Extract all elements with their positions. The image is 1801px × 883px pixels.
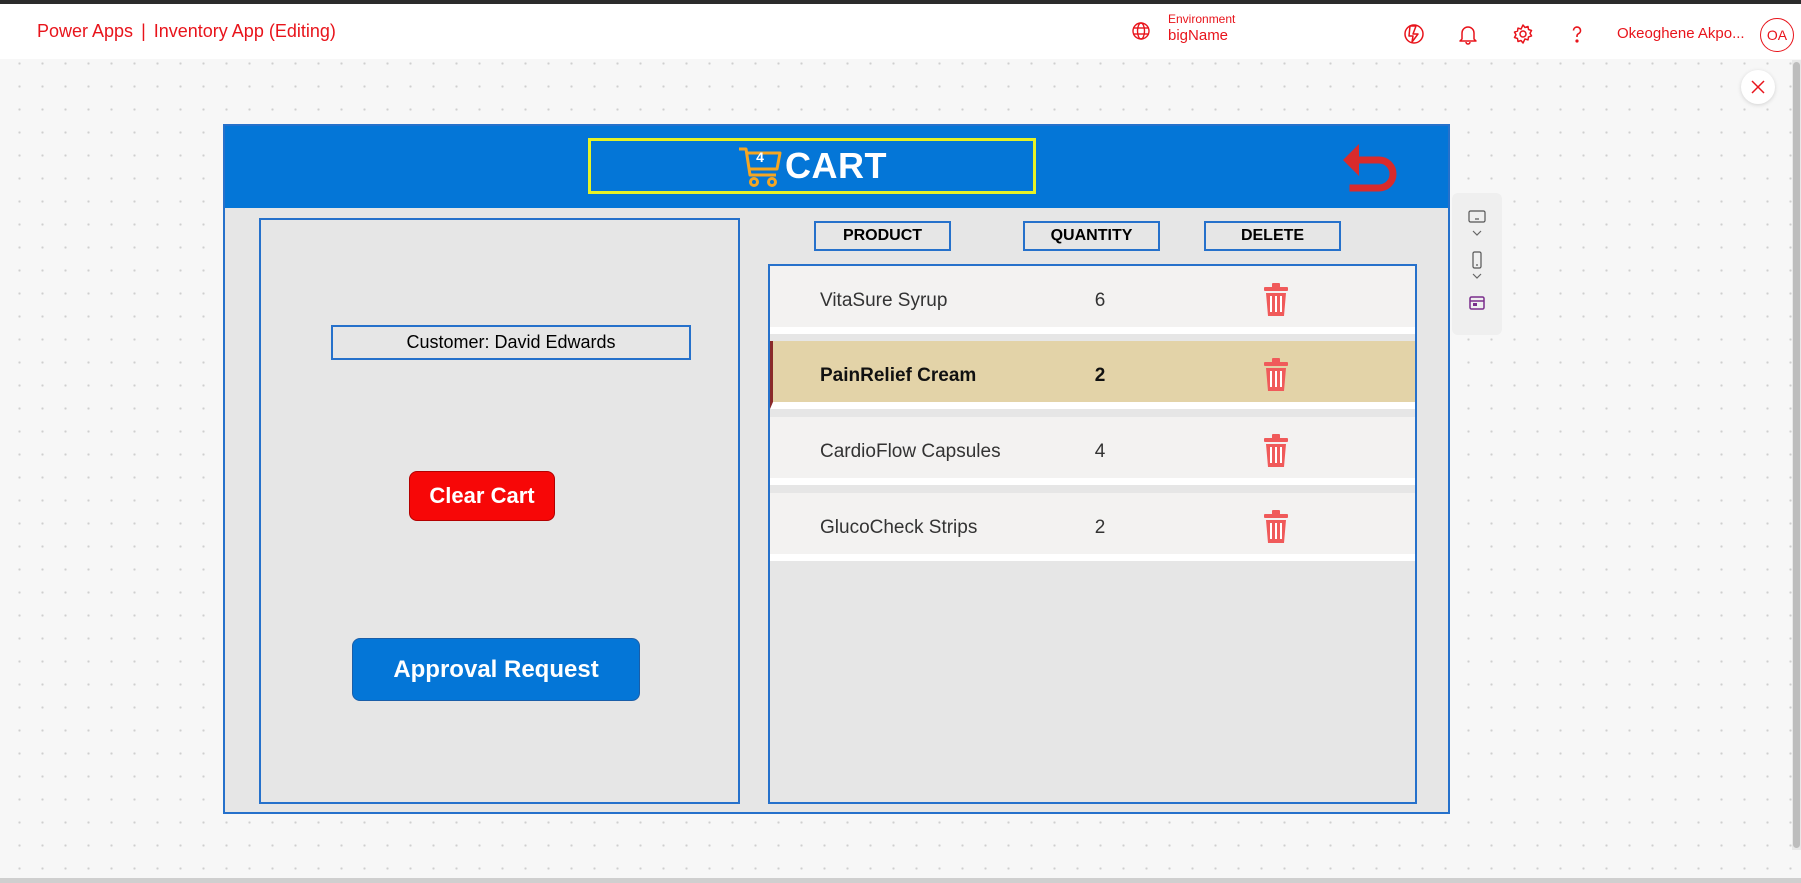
close-icon	[1751, 80, 1765, 94]
scrollbar-thumb[interactable]	[1793, 62, 1800, 848]
help-question-icon[interactable]	[1566, 23, 1588, 45]
phone-layout-icon[interactable]	[1467, 250, 1487, 270]
product-quantity: 2	[1094, 517, 1106, 538]
app-canvas: 4 CART Customer: David Edwards Clear Car…	[223, 124, 1450, 814]
notifications-bell-icon[interactable]	[1457, 23, 1479, 45]
chevron-down-icon[interactable]	[1467, 227, 1487, 241]
window-bottom-edge	[0, 878, 1801, 883]
product-quantity: 6	[1094, 290, 1106, 311]
cart-badge: 4	[737, 143, 783, 189]
product-name: VitaSure Syrup	[820, 290, 948, 311]
cart-items-gallery: VitaSure Syrup 6 PainRelief Cream 2 Card…	[768, 264, 1417, 804]
breadcrumb-separator: |	[141, 21, 146, 41]
product-name: GlucoCheck Strips	[820, 517, 978, 538]
customer-label: Customer: David Edwards	[331, 325, 691, 360]
environment-picker[interactable]: Environment bigName	[1130, 12, 1235, 44]
environment-name: bigName	[1168, 27, 1229, 44]
environment-icon	[1132, 22, 1150, 40]
cart-title-box: 4 CART	[588, 138, 1036, 194]
approval-request-button[interactable]: Approval Request	[352, 638, 640, 701]
product-name[interactable]: Power Apps	[37, 21, 133, 41]
cart-title: CART	[785, 145, 887, 186]
product-quantity: 2	[1094, 365, 1106, 386]
column-header-product: PRODUCT	[814, 221, 951, 251]
chevron-down-icon[interactable]	[1467, 270, 1487, 284]
close-preview-button[interactable]	[1741, 70, 1775, 104]
web-layout-icon[interactable]	[1467, 293, 1487, 313]
app-breadcrumb: Power Apps | Inventory App (Editing)	[37, 21, 336, 42]
user-name[interactable]: Okeoghene Akpo...	[1617, 25, 1745, 42]
cart-screen-header: 4 CART	[225, 126, 1448, 208]
delete-trash-icon[interactable]	[1263, 283, 1289, 317]
cart-item-row[interactable]: VitaSure Syrup 6	[770, 266, 1415, 334]
column-header-quantity: QUANTITY	[1023, 221, 1160, 251]
clear-cart-button[interactable]: Clear Cart	[409, 471, 555, 521]
back-arrow-icon[interactable]	[1339, 138, 1399, 196]
settings-gear-icon[interactable]	[1512, 23, 1534, 45]
device-toolbar	[1452, 193, 1502, 335]
environment-label: Environment	[1168, 12, 1236, 26]
studio-header: Power Apps | Inventory App (Editing) Envir…	[0, 4, 1801, 59]
product-name: PainRelief Cream	[820, 365, 977, 386]
cart-item-row[interactable]: GlucoCheck Strips 2	[770, 493, 1415, 561]
user-avatar[interactable]: OA	[1760, 18, 1794, 52]
app-title: Inventory App (Editing)	[153, 21, 336, 41]
product-quantity: 4	[1094, 441, 1106, 462]
cart-item-count: 4	[756, 149, 764, 165]
column-header-delete: DELETE	[1204, 221, 1341, 251]
cart-item-row[interactable]: CardioFlow Capsules 4	[770, 417, 1415, 485]
order-actions-panel: Customer: David Edwards Clear Cart Appro…	[259, 218, 740, 804]
page-scrollbar[interactable]	[1792, 60, 1801, 850]
delete-trash-icon[interactable]	[1263, 434, 1289, 468]
cart-item-row-selected[interactable]: PainRelief Cream 2	[770, 341, 1415, 409]
tablet-layout-icon[interactable]	[1467, 207, 1487, 227]
delete-trash-icon[interactable]	[1263, 510, 1289, 544]
delete-trash-icon[interactable]	[1263, 358, 1289, 392]
copilot-icon[interactable]	[1403, 23, 1425, 45]
product-name: CardioFlow Capsules	[820, 441, 1001, 462]
